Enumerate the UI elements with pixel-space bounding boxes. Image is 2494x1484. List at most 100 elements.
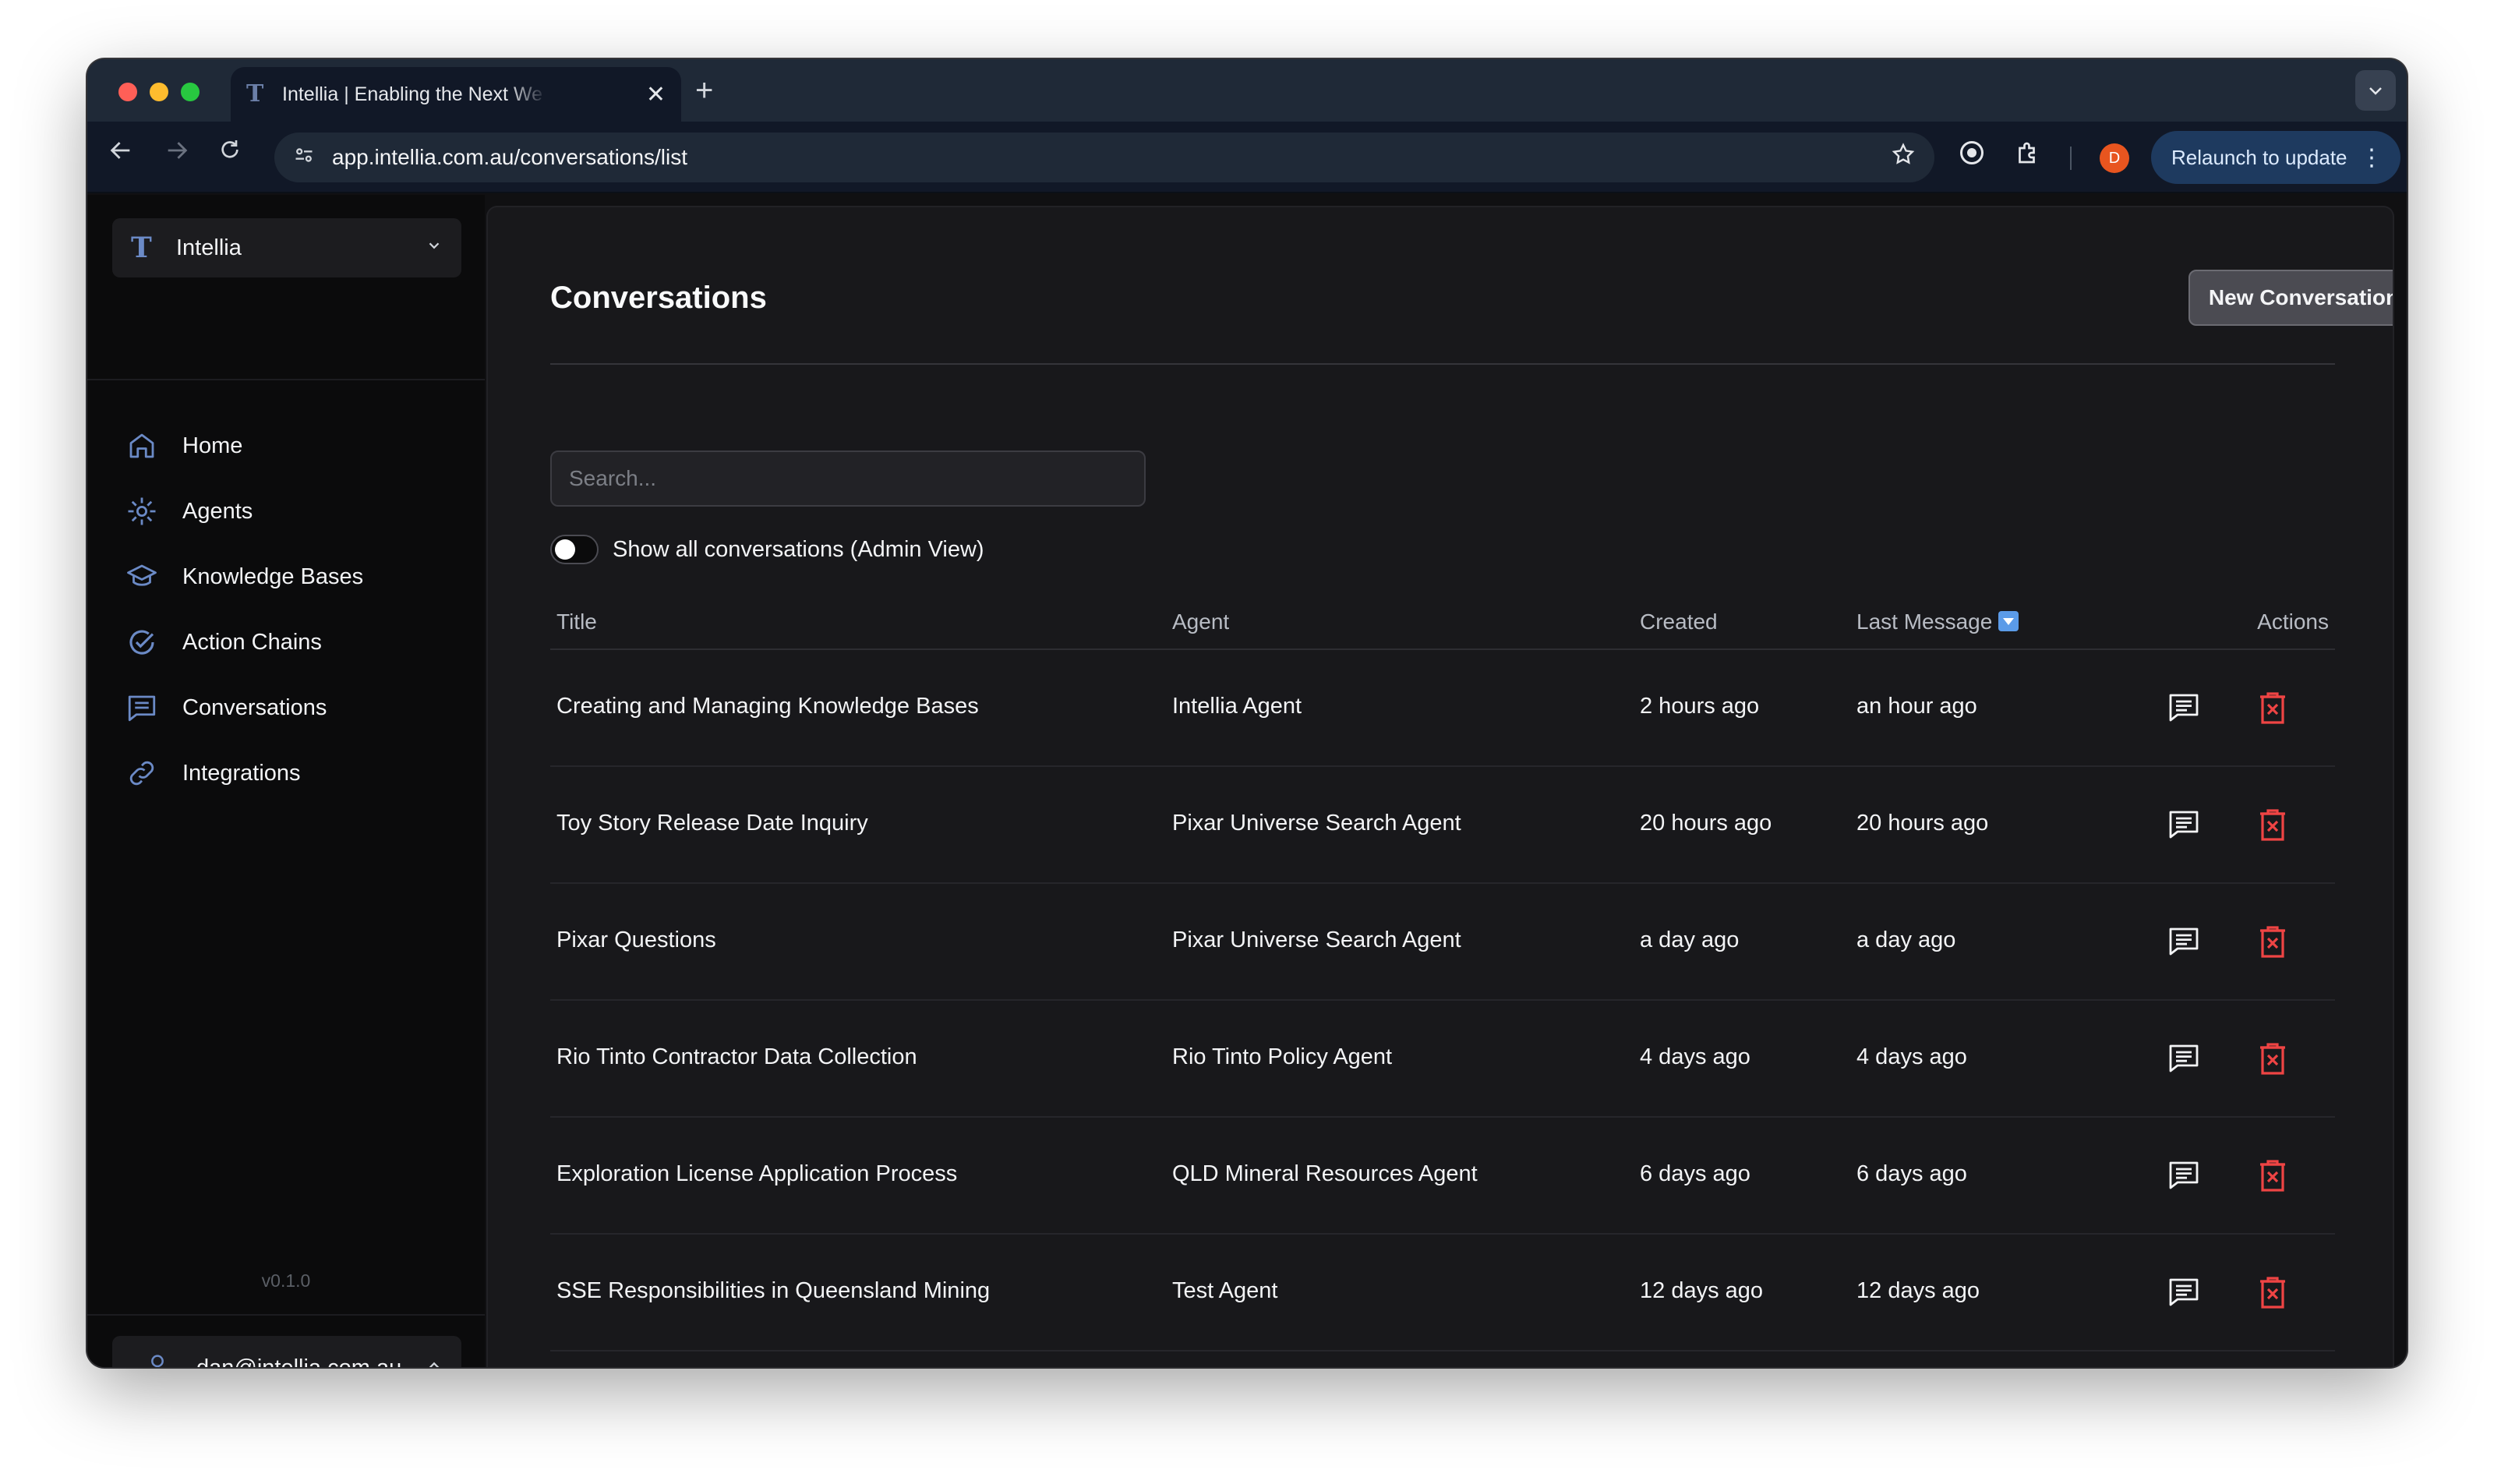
sort-descending-icon[interactable] <box>1998 611 2019 631</box>
open-chat-icon[interactable] <box>2165 1157 2203 1194</box>
puzzle-extensions-icon[interactable] <box>2014 139 2042 174</box>
conversation-title[interactable]: Pixar Questions <box>556 928 716 953</box>
conversation-agent: Pixar Universe Search Agent <box>1172 928 1461 952</box>
open-chat-icon[interactable] <box>2165 923 2203 960</box>
table-body: Creating and Managing Knowledge Bases In… <box>550 650 2335 1367</box>
chevron-down-icon <box>426 237 443 260</box>
more-vertical-icon[interactable]: ⋮ <box>2360 144 2383 171</box>
chat-icon <box>125 691 159 725</box>
arrow-right-icon <box>168 142 188 159</box>
forward-button[interactable] <box>159 137 195 171</box>
conversation-title[interactable]: Creating and Managing Knowledge Bases <box>556 694 979 719</box>
conversation-created: 2 hours ago <box>1640 694 1760 719</box>
page-title: Conversations <box>550 281 767 315</box>
delete-icon[interactable] <box>2256 806 2290 843</box>
close-tab-icon[interactable]: ✕ <box>646 81 666 108</box>
delete-icon[interactable] <box>2256 1274 2290 1311</box>
search-input[interactable] <box>550 450 1146 507</box>
close-window-button[interactable] <box>118 83 137 101</box>
table-row[interactable]: Creating and Managing Knowledge Bases In… <box>550 650 2335 767</box>
conversation-last-message: 20 hours ago <box>1856 811 1989 836</box>
bookmark-star-icon[interactable] <box>1891 142 1916 173</box>
sidebar-item-home[interactable]: Home <box>118 413 461 479</box>
column-header-title[interactable]: Title <box>556 610 597 634</box>
relaunch-label: Relaunch to update <box>2171 145 2347 169</box>
conversation-title[interactable]: Exploration License Application Process <box>556 1161 957 1187</box>
toggle-label: Show all conversations (Admin View) <box>613 536 984 562</box>
new-tab-button[interactable]: + <box>695 73 713 108</box>
extension-icon[interactable] <box>1958 139 1986 174</box>
conversation-agent: Intellia Agent <box>1172 694 1302 719</box>
main-panel: Conversations New Conversation Show all … <box>486 206 2394 1367</box>
table-row[interactable]: SSE Responsibilities in Queensland Minin… <box>550 1235 2335 1352</box>
url-text: app.intellia.com.au/conversations/list <box>332 145 688 169</box>
table-row[interactable]: WA Business Owner Compliance Requirement… <box>550 1352 2335 1367</box>
sidebar-item-label: Integrations <box>182 760 301 786</box>
reload-button[interactable] <box>212 137 248 169</box>
workspace-switcher[interactable]: T Intellia <box>112 218 461 277</box>
conversation-agent: QLD Mineral Resources Agent <box>1172 1161 1478 1186</box>
arrow-left-icon <box>110 142 130 159</box>
column-header-label: Last Message <box>1856 610 1993 634</box>
table-row[interactable]: Exploration License Application Process … <box>550 1118 2335 1235</box>
address-bar[interactable]: app.intellia.com.au/conversations/list <box>274 132 1934 182</box>
delete-icon[interactable] <box>2256 1157 2290 1194</box>
relaunch-button[interactable]: Relaunch to update ⋮ <box>2151 131 2400 184</box>
new-conversation-button[interactable]: New Conversation <box>2188 270 2393 326</box>
sidebar-item-label: Agents <box>182 498 253 524</box>
open-chat-icon[interactable] <box>2165 1274 2203 1311</box>
table-row[interactable]: Pixar Questions Pixar Universe Search Ag… <box>550 884 2335 1001</box>
conversation-created: 20 hours ago <box>1640 811 1772 836</box>
profile-avatar[interactable]: D <box>2100 143 2129 173</box>
conversation-title[interactable]: SSE Responsibilities in Queensland Minin… <box>556 1278 990 1304</box>
sidebar-item-action-chains[interactable]: Action Chains <box>118 610 461 675</box>
open-chat-icon[interactable] <box>2165 689 2203 726</box>
sidebar-item-knowledge-bases[interactable]: Knowledge Bases <box>118 544 461 610</box>
user-menu[interactable]: dan@intellia.com.au <box>112 1336 461 1367</box>
conversation-last-message: 12 days ago <box>1856 1278 1980 1303</box>
admin-view-toggle[interactable] <box>550 535 599 564</box>
conversation-last-message: 4 days ago <box>1856 1044 1967 1069</box>
maximize-window-button[interactable] <box>181 83 200 101</box>
conversation-created: 4 days ago <box>1640 1044 1750 1069</box>
column-header-created[interactable]: Created <box>1640 610 1718 634</box>
sidebar-item-agents[interactable]: Agents <box>118 479 461 544</box>
minimize-window-button[interactable] <box>150 83 168 101</box>
conversation-last-message: an hour ago <box>1856 694 1977 719</box>
conversation-title[interactable]: Rio Tinto Contractor Data Collection <box>556 1044 917 1070</box>
tab-bar: T Intellia | Enabling the Next We ✕ + <box>87 59 2407 122</box>
delete-icon[interactable] <box>2256 1040 2290 1077</box>
open-chat-icon[interactable] <box>2165 806 2203 843</box>
user-email: dan@intellia.com.au <box>196 1355 401 1368</box>
conversation-title[interactable]: Toy Story Release Date Inquiry <box>556 811 868 836</box>
reload-icon <box>221 140 238 158</box>
column-header-last-message[interactable]: Last Message <box>1856 610 2019 634</box>
conversation-agent: Rio Tinto Policy Agent <box>1172 1044 1393 1069</box>
conversation-agent: Test Agent <box>1172 1278 1278 1303</box>
app-version: v0.1.0 <box>261 1270 311 1291</box>
sidebar-item-label: Knowledge Bases <box>182 564 364 589</box>
browser-tab[interactable]: T Intellia | Enabling the Next We ✕ <box>231 67 681 122</box>
column-header-actions: Actions <box>2257 610 2329 634</box>
sidebar-item-conversations[interactable]: Conversations <box>118 675 461 740</box>
sidebar: T Intellia Home Agents Knowledge Bases A… <box>87 195 485 1367</box>
sidebar-divider <box>87 1314 485 1316</box>
sidebar-divider <box>87 379 485 380</box>
tab-search-button[interactable] <box>2355 70 2396 111</box>
table-row[interactable]: Toy Story Release Date Inquiry Pixar Uni… <box>550 767 2335 884</box>
intellia-favicon-icon: T <box>246 80 264 108</box>
sidebar-item-label: Home <box>182 433 243 458</box>
tab-title: Intellia | Enabling the Next We <box>282 83 542 105</box>
link-icon <box>125 756 159 790</box>
delete-icon[interactable] <box>2256 689 2290 726</box>
table-row[interactable]: Rio Tinto Contractor Data Collection Rio… <box>550 1001 2335 1118</box>
sidebar-item-integrations[interactable]: Integrations <box>118 740 461 806</box>
open-chat-icon[interactable] <box>2165 1040 2203 1077</box>
back-button[interactable] <box>103 137 139 171</box>
delete-icon[interactable] <box>2256 923 2290 960</box>
site-settings-icon[interactable] <box>293 144 315 171</box>
conversation-agent: Pixar Universe Search Agent <box>1172 811 1461 836</box>
admin-view-toggle-row: Show all conversations (Admin View) <box>550 535 984 564</box>
workspace-name: Intellia <box>176 235 242 260</box>
column-header-agent[interactable]: Agent <box>1172 610 1229 634</box>
